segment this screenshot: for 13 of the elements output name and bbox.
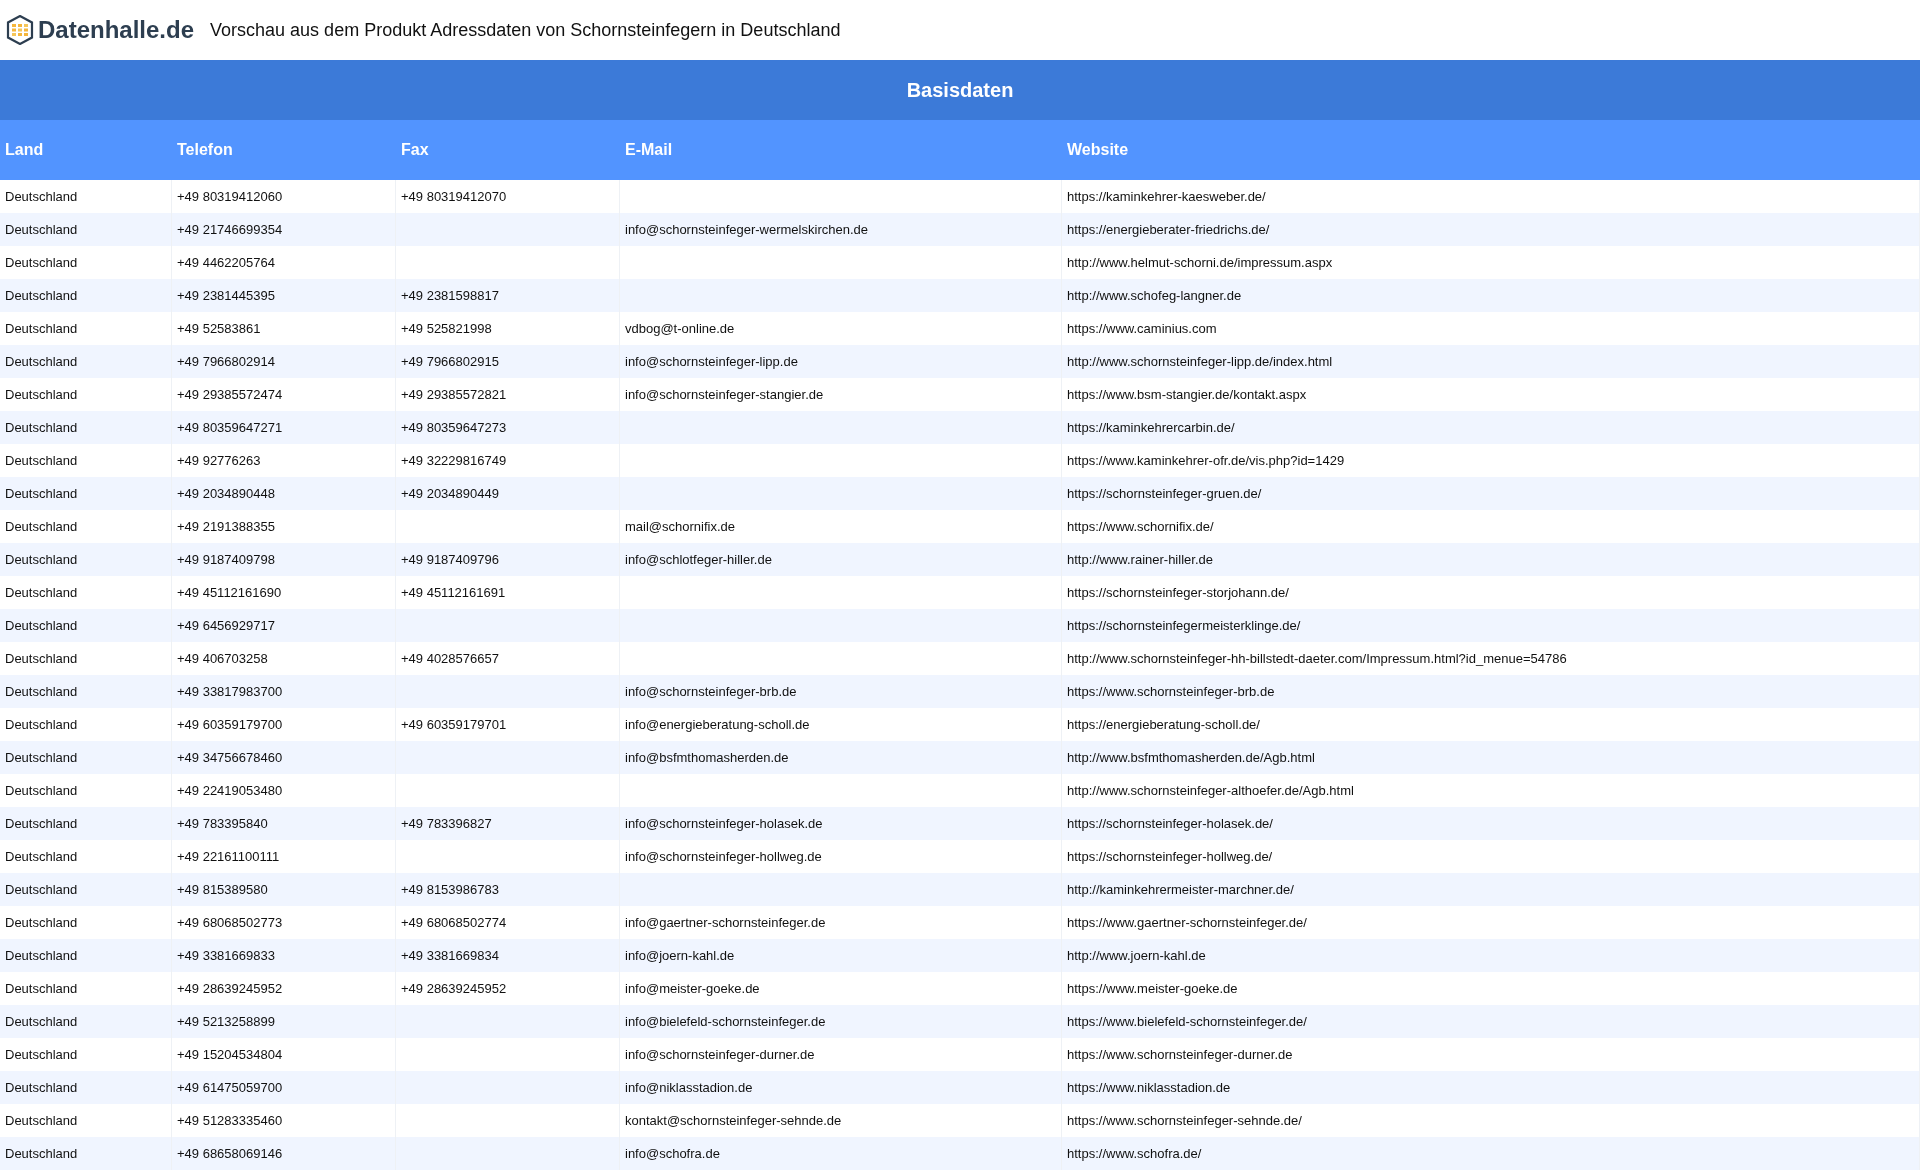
column-header: E-Mail [624,140,674,160]
logo-text: Datenhalle.de [38,16,195,44]
website-cell: https://www.schofra.de/ [1062,1137,1920,1170]
logo-icon [6,15,34,45]
column-header: Fax [400,140,430,160]
email-cell: info@schofra.de [620,1137,1062,1170]
group-header: Basisdaten [0,60,1920,120]
phone-cell: +49 68658069146 [172,1137,396,1170]
column-header: Land [4,140,45,160]
column-header: Website [1066,140,1130,160]
page-title: Vorschau aus dem Produkt Adressdaten von Schornsteinfegern in Deutschland [210,19,841,41]
country-cell: Deutschland [0,1137,172,1170]
column-header: Telefon [176,140,234,160]
